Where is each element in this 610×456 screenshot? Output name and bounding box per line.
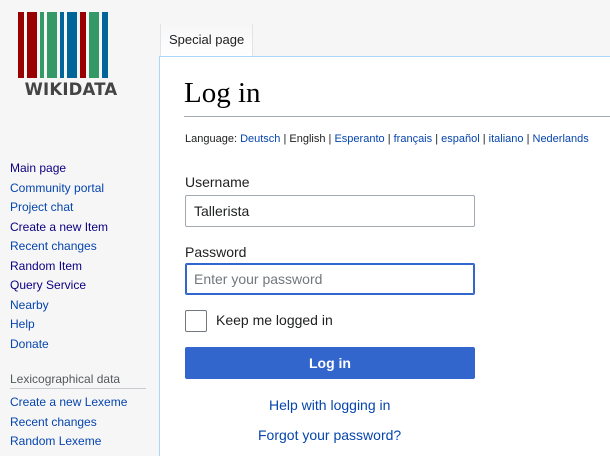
sidebar-item-random-lexeme[interactable]: Random Lexeme (10, 432, 150, 452)
sidebar-item-recent-changes[interactable]: Recent changes (10, 237, 150, 257)
language-separator: | (328, 133, 332, 145)
sidebar-item-nearby[interactable]: Nearby (10, 296, 150, 316)
language-option[interactable]: español (441, 133, 480, 145)
username-label: Username (185, 174, 250, 190)
page-title: Log in (184, 77, 261, 109)
language-selector: Language: Deutsch | English | Esperanto … (185, 133, 589, 145)
logo-text: WIKIDATA (24, 80, 118, 99)
logo-bar (80, 12, 86, 78)
logo-bar (67, 12, 77, 78)
sidebar-item-create-item[interactable]: Create a new Item (10, 218, 150, 238)
wikidata-logo[interactable]: WIKIDATA (18, 12, 126, 99)
keep-logged-in-checkbox[interactable] (185, 310, 207, 332)
main-content: Log in Language: Deutsch | English | Esp… (159, 56, 610, 456)
sidebar-navigation: Main page Community portal Project chat … (10, 159, 150, 452)
sidebar-item-create-lexeme[interactable]: Create a new Lexeme (10, 393, 150, 413)
language-separator: | (283, 133, 287, 145)
sidebar-item-community-portal[interactable]: Community portal (10, 179, 150, 199)
sidebar-item-main-page[interactable]: Main page (10, 159, 150, 179)
title-divider (184, 116, 610, 117)
forgot-password-link[interactable]: Forgot your password? (258, 427, 401, 443)
sidebar-item-random-item[interactable]: Random Item (10, 257, 150, 277)
username-input[interactable] (185, 195, 475, 227)
logo-bar (40, 12, 44, 78)
logo-bar (102, 12, 108, 78)
login-button[interactable]: Log in (185, 347, 475, 379)
language-option[interactable]: Nederlands (533, 133, 589, 145)
sidebar-item-help[interactable]: Help (10, 315, 150, 335)
logo-bar (27, 12, 37, 78)
help-logging-in-link[interactable]: Help with logging in (269, 397, 390, 413)
language-separator: | (435, 133, 439, 145)
sidebar-heading-lexicographical: Lexicographical data (10, 369, 146, 389)
logo-bar (18, 12, 24, 78)
language-option[interactable]: italiano (489, 133, 524, 145)
password-label: Password (185, 244, 247, 260)
keep-logged-in-label[interactable]: Keep me logged in (216, 312, 333, 328)
language-separator: | (526, 133, 530, 145)
language-option[interactable]: Esperanto (334, 133, 384, 145)
language-option[interactable]: français (394, 133, 433, 145)
language-option: English (289, 133, 326, 145)
sidebar-item-lexeme-recent-changes[interactable]: Recent changes (10, 413, 150, 433)
tab-special-page[interactable]: Special page (160, 24, 254, 56)
password-input[interactable] (185, 263, 475, 295)
language-separator: | (387, 133, 391, 145)
sidebar-item-query-service[interactable]: Query Service (10, 276, 150, 296)
logo-bar (89, 12, 99, 78)
language-prefix: Language: (185, 133, 237, 145)
logo-bar (60, 12, 64, 78)
sidebar-item-project-chat[interactable]: Project chat (10, 198, 150, 218)
sidebar-item-donate[interactable]: Donate (10, 335, 150, 355)
language-separator: | (482, 133, 486, 145)
language-option[interactable]: Deutsch (240, 133, 280, 145)
logo-bar (47, 12, 57, 78)
logo-barcode-icon (18, 12, 126, 78)
